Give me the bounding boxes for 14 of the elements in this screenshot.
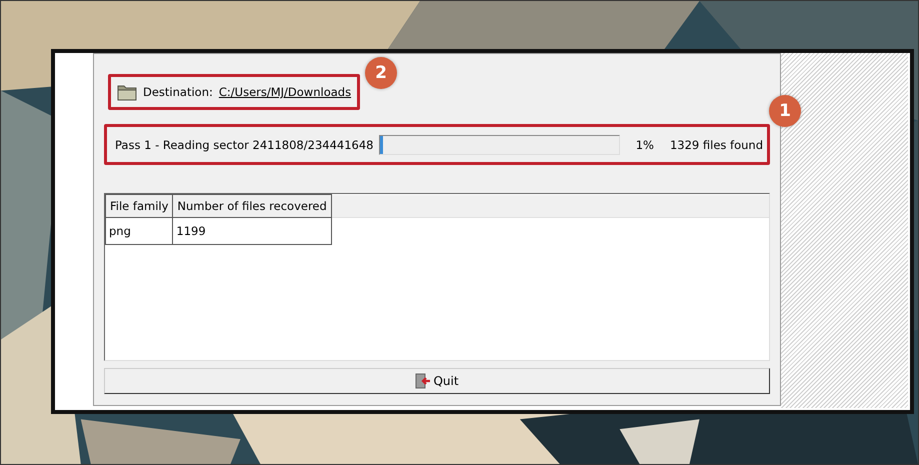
table-cell: png — [106, 218, 173, 244]
callout-badge: 2 — [365, 57, 398, 89]
destination-link[interactable]: C:/Users/MJ/Downloads — [218, 85, 352, 99]
files-found-text: 1329 files found — [670, 138, 763, 152]
exit-door-icon — [415, 373, 432, 389]
folder-icon — [117, 83, 137, 101]
table-cell: 1199 — [172, 218, 332, 244]
column-header[interactable]: File family — [106, 194, 173, 218]
quit-button[interactable]: Quit — [104, 368, 770, 394]
status-text: Pass 1 - Reading sector 2411808/234441648 — [115, 138, 374, 152]
column-header[interactable]: Number of files recovered — [172, 194, 332, 218]
percent-text: 1% — [636, 138, 654, 152]
destination-label: Destination: — [143, 85, 213, 99]
callout-badge: 1 — [769, 95, 801, 127]
